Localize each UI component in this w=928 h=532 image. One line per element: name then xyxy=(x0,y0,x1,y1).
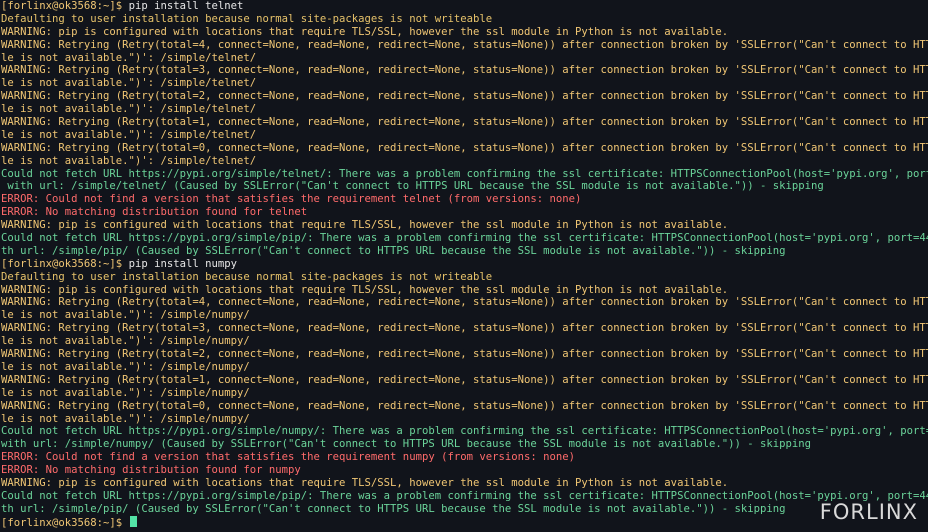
terminal-line-text: ERROR: Could not find a version that sat… xyxy=(1,451,576,464)
terminal-line-text: with url: /simple/numpy/ (Caused by SSLE… xyxy=(1,438,812,451)
terminal-line: WARNING: Retrying (Retry(total=4, connec… xyxy=(1,39,928,52)
terminal-line: WARNING: pip is configured with location… xyxy=(1,26,928,39)
terminal-line: WARNING: Retrying (Retry(total=1, connec… xyxy=(1,116,928,129)
terminal-line: le is not available.")': /simple/numpy/ xyxy=(1,361,928,374)
terminal-line-text: WARNING: Retrying (Retry(total=3, connec… xyxy=(1,64,928,77)
terminal-line: ERROR: No matching distribution found fo… xyxy=(1,206,928,219)
terminal-line: le is not available.")': /simple/telnet/ xyxy=(1,129,928,142)
terminal-line: WARNING: pip is configured with location… xyxy=(1,219,928,232)
terminal-line: Could not fetch URL https://pypi.org/sim… xyxy=(1,168,928,181)
terminal-line: WARNING: Retrying (Retry(total=4, connec… xyxy=(1,296,928,309)
terminal-line-text: le is not available.")': /simple/telnet/ xyxy=(1,128,257,141)
terminal-line-text: with url: /simple/telnet/ (Caused by SSL… xyxy=(1,180,824,193)
terminal-line-text: WARNING: Retrying (Retry(total=1, connec… xyxy=(1,373,928,386)
terminal-line: with url: /simple/telnet/ (Caused by SSL… xyxy=(1,180,928,193)
terminal-line-text: th url: /simple/pip/ (Caused by SSLError… xyxy=(1,244,786,257)
terminal-line-text: ERROR: Could not find a version that sat… xyxy=(1,193,582,206)
terminal-line-text: WARNING: pip is configured with location… xyxy=(1,476,729,489)
terminal-line-text: WARNING: Retrying (Retry(total=0, connec… xyxy=(1,399,928,412)
terminal-line-text: le is not available.")': /simple/numpy/ xyxy=(1,412,250,425)
shell-prompt: [forlinx@ok3568:~]$ xyxy=(1,257,129,270)
terminal-line-text: WARNING: Retrying (Retry(total=3, connec… xyxy=(1,322,928,335)
terminal-line: ERROR: Could not find a version that sat… xyxy=(1,451,928,464)
terminal-line: WARNING: pip is configured with location… xyxy=(1,284,928,297)
terminal-line-text: le is not available.")': /simple/telnet/ xyxy=(1,51,257,64)
terminal-line-text: WARNING: Retrying (Retry(total=2, connec… xyxy=(1,348,928,361)
terminal-line: WARNING: pip is configured with location… xyxy=(1,477,928,490)
terminal-line: with url: /simple/numpy/ (Caused by SSLE… xyxy=(1,438,928,451)
terminal-line-text: le is not available.")': /simple/telnet/ xyxy=(1,154,257,167)
terminal-line: Defaulting to user installation because … xyxy=(1,271,928,284)
terminal-line-text: Could not fetch URL https://pypi.org/sim… xyxy=(1,232,928,245)
terminal-line: Could not fetch URL https://pypi.org/sim… xyxy=(1,425,928,438)
terminal-line-text: le is not available.")': /simple/numpy/ xyxy=(1,386,250,399)
terminal-line-text: WARNING: Retrying (Retry(total=4, connec… xyxy=(1,38,928,51)
terminal-line-text: th url: /simple/pip/ (Caused by SSLError… xyxy=(1,502,786,515)
shell-prompt: [forlinx@ok3568:~]$ xyxy=(1,516,129,529)
terminal-line-text: WARNING: pip is configured with location… xyxy=(1,219,729,232)
terminal-line-text: WARNING: pip is configured with location… xyxy=(1,25,729,38)
terminal-prompt-line: [forlinx@ok3568:~]$ xyxy=(1,515,928,529)
terminal-output[interactable]: [forlinx@ok3568:~]$ pip install telnet De… xyxy=(1,0,928,532)
terminal-line: Defaulting to user installation because … xyxy=(1,13,928,26)
terminal-line: le is not available.")': /simple/numpy/ xyxy=(1,309,928,322)
terminal-line-text: Defaulting to user installation because … xyxy=(1,270,493,283)
terminal-line-text: le is not available.")': /simple/numpy/ xyxy=(1,309,250,322)
shell-command: pip install numpy xyxy=(128,257,237,270)
terminal-line: th url: /simple/pip/ (Caused by SSLError… xyxy=(1,245,928,258)
terminal-line-text: Defaulting to user installation because … xyxy=(1,12,493,25)
terminal-prompt-line: [forlinx@ok3568:~]$ pip install numpy xyxy=(1,258,928,271)
terminal-line: Could not fetch URL https://pypi.org/sim… xyxy=(1,232,928,245)
terminal-line: WARNING: Retrying (Retry(total=1, connec… xyxy=(1,374,928,387)
terminal-line-text: le is not available.")': /simple/telnet/ xyxy=(1,103,257,116)
shell-prompt: [forlinx@ok3568:~]$ xyxy=(1,0,129,12)
terminal-line: WARNING: Retrying (Retry(total=3, connec… xyxy=(1,322,928,335)
terminal-line: ERROR: No matching distribution found fo… xyxy=(1,464,928,477)
terminal-line: le is not available.")': /simple/telnet/ xyxy=(1,103,928,116)
terminal-line: th url: /simple/pip/ (Caused by SSLError… xyxy=(1,503,928,516)
terminal-line-text: WARNING: Retrying (Retry(total=2, connec… xyxy=(1,90,928,103)
terminal-line: le is not available.")': /simple/telnet/ xyxy=(1,52,928,65)
terminal-line-text: Could not fetch URL https://pypi.org/sim… xyxy=(1,489,928,502)
terminal-line: WARNING: Retrying (Retry(total=0, connec… xyxy=(1,142,928,155)
terminal-line-text: le is not available.")': /simple/numpy/ xyxy=(1,335,250,348)
terminal-line: WARNING: Retrying (Retry(total=2, connec… xyxy=(1,348,928,361)
terminal-prompt-line: [forlinx@ok3568:~]$ pip install telnet xyxy=(1,0,928,13)
terminal-line-text: WARNING: pip is configured with location… xyxy=(1,283,729,296)
terminal-cursor[interactable] xyxy=(129,515,137,527)
terminal-line: WARNING: Retrying (Retry(total=3, connec… xyxy=(1,64,928,77)
terminal-line: Could not fetch URL https://pypi.org/sim… xyxy=(1,490,928,503)
terminal-line-text: WARNING: Retrying (Retry(total=4, connec… xyxy=(1,296,928,309)
terminal-line-text: WARNING: Retrying (Retry(total=0, connec… xyxy=(1,141,928,154)
terminal-line: le is not available.")': /simple/numpy/ xyxy=(1,387,928,400)
terminal-line: WARNING: Retrying (Retry(total=0, connec… xyxy=(1,400,928,413)
terminal-line-text: le is not available.")': /simple/numpy/ xyxy=(1,360,250,373)
terminal-line-text: Could not fetch URL https://pypi.org/sim… xyxy=(1,167,928,180)
terminal-line: ERROR: Could not find a version that sat… xyxy=(1,193,928,206)
terminal-line: le is not available.")': /simple/telnet/ xyxy=(1,155,928,168)
shell-command: pip install telnet xyxy=(128,0,244,12)
terminal-line-text: ERROR: No matching distribution found fo… xyxy=(1,206,308,219)
forlinx-watermark: FORLINX xyxy=(819,500,918,524)
terminal-line: le is not available.")': /simple/numpy/ xyxy=(1,335,928,348)
terminal-line-text: ERROR: No matching distribution found fo… xyxy=(1,464,301,477)
terminal-line-text: le is not available.")': /simple/telnet/ xyxy=(1,77,257,90)
terminal-line-text: Could not fetch URL https://pypi.org/sim… xyxy=(1,425,928,438)
terminal-line: le is not available.")': /simple/telnet/ xyxy=(1,77,928,90)
terminal-line: WARNING: Retrying (Retry(total=2, connec… xyxy=(1,90,928,103)
terminal-line: le is not available.")': /simple/numpy/ xyxy=(1,413,928,426)
terminal-line-text: WARNING: Retrying (Retry(total=1, connec… xyxy=(1,116,928,129)
